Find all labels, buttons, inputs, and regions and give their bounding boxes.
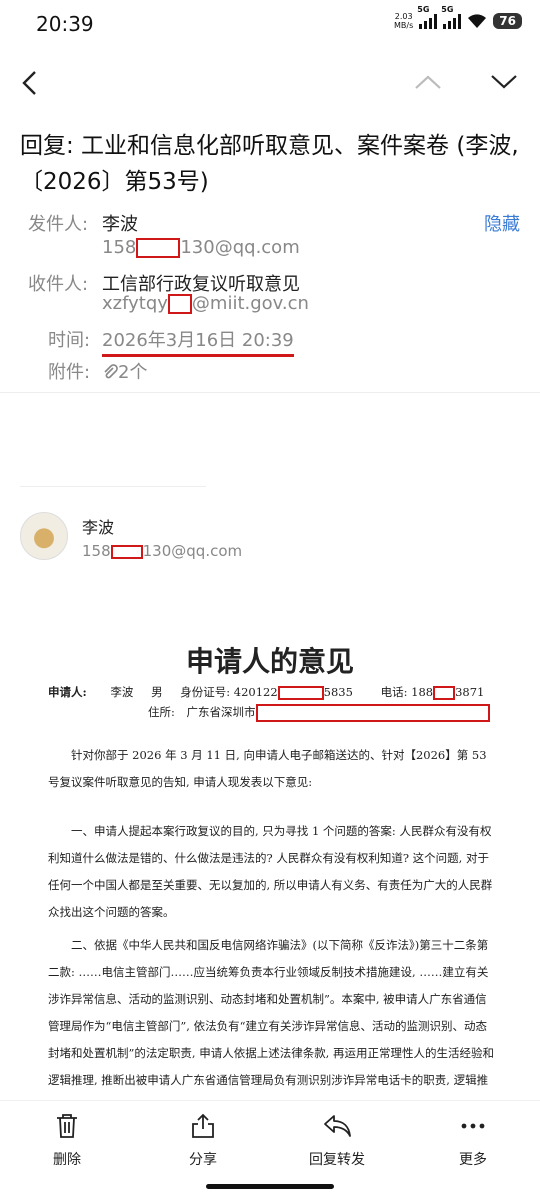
- home-indicator[interactable]: [206, 1184, 334, 1189]
- attachments-label: 附件:: [48, 362, 91, 383]
- from-name[interactable]: 李波: [102, 210, 138, 236]
- redaction-box: [110, 544, 143, 559]
- paperclip-icon: [104, 364, 118, 379]
- back-arrow-icon[interactable]: [20, 70, 40, 96]
- more-button[interactable]: 更多: [428, 1113, 518, 1169]
- email-subject: 回复: 工业和信息化部听取意见、案件案卷 (李波,〔2026〕第53号): [20, 133, 519, 195]
- redaction-box: [255, 704, 490, 722]
- redaction-box: [136, 238, 181, 258]
- status-time: 20:39: [36, 12, 94, 36]
- network-speed: 2.03 MB/s: [394, 12, 414, 30]
- to-email[interactable]: xzfytqy @miit.gov.cn: [102, 293, 309, 314]
- nav-bar: [0, 60, 540, 108]
- delete-button[interactable]: 删除: [22, 1113, 112, 1169]
- attachments-count[interactable]: 2个: [102, 358, 147, 384]
- time-value: 2026年3月16日 20:39: [102, 326, 294, 357]
- document-title: 申请人的意见: [185, 645, 354, 678]
- document-paragraph-1: 一、申请人提起本案行政复议的目的, 只为寻找 1 个问题的答案: 人民群众有没有…: [48, 824, 493, 919]
- address-line: 住所: 广东省深圳市: [148, 704, 490, 722]
- quoted-sender-email: 158 130@qq.com: [82, 542, 243, 560]
- signal-sim1-icon: 5G: [417, 5, 438, 29]
- redaction-box: [167, 294, 192, 314]
- signal-sim2-icon: 5G: [441, 5, 462, 29]
- next-email-icon[interactable]: [490, 74, 518, 90]
- share-button[interactable]: 分享: [158, 1113, 248, 1169]
- applicant-line: 申请人: 李波 男 身份证号: 420122 5835 电话: 188 3871: [48, 685, 485, 700]
- to-label: 收件人:: [28, 274, 89, 295]
- redaction-box: [277, 686, 324, 700]
- hide-details-link[interactable]: 隐藏: [484, 210, 520, 236]
- wifi-icon: [468, 14, 487, 28]
- document-paragraph-0: 针对你部于 2026 年 3 月 11 日, 向申请人电子邮箱送达的、针对【20…: [48, 748, 487, 789]
- header-divider: [0, 392, 540, 393]
- reply-forward-button[interactable]: 回复转发: [292, 1113, 382, 1169]
- previous-email-icon[interactable]: [414, 74, 442, 90]
- more-dots-icon: [461, 1123, 485, 1129]
- quoted-sender-name: 李波: [82, 518, 115, 537]
- avatar[interactable]: [20, 512, 68, 560]
- status-bar: 20:39 2.03 MB/s 5G 5G 76: [0, 0, 540, 50]
- reply-icon: [324, 1115, 351, 1137]
- from-label: 发件人:: [28, 214, 89, 235]
- battery-badge: 76: [493, 13, 522, 29]
- share-icon: [192, 1113, 214, 1138]
- time-label: 时间:: [48, 330, 91, 351]
- document-image[interactable]: 申请人的意见 申请人: 李波 男 身份证号: 420122 5835 电话: 18…: [30, 620, 510, 1095]
- status-icons: 2.03 MB/s 5G 5G 76: [394, 5, 522, 30]
- quote-divider: [20, 486, 206, 487]
- trash-icon: [57, 1114, 77, 1138]
- document-paragraph-2: 二、依据《中华人民共和国反电信网络诈骗法》(以下简称《反诈法》)第三十二条第二款…: [48, 938, 494, 1087]
- from-email[interactable]: 158 130@qq.com: [102, 237, 300, 258]
- redaction-box: [433, 686, 456, 700]
